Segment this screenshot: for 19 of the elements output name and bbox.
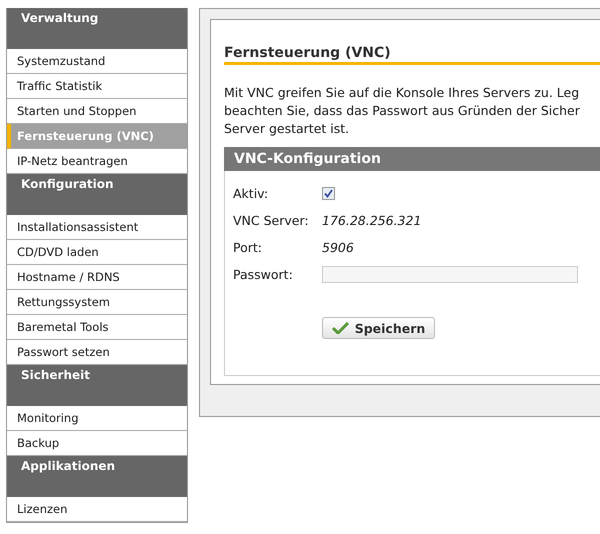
sidebar-group-header: Sicherheit [7,365,187,406]
intro-text: Server gestartet ist. [224,120,350,138]
field-label: Passwort: [233,267,294,282]
config-panel-header: VNC-Konfiguration [224,147,600,171]
intro-text: Mit VNC greifen Sie auf die Konsole Ihres Servers zu. Leg [224,84,580,102]
field-value: 176.28.256.321 [322,213,422,228]
page-title: Fernsteuerung (VNC) [224,45,600,65]
checkmark-icon [332,322,349,334]
field-label: Port: [233,240,263,255]
field-label: VNC Server: [233,213,310,228]
field-label: Aktiv: [233,186,270,201]
password-field[interactable] [322,266,578,283]
intro-text: beachten Sie, dass das Passwort aus Gründen der Sicher [224,102,581,120]
sidebar-group-header: Konfiguration [7,174,187,215]
checkbox[interactable] [322,187,335,200]
save-button[interactable]: Speichern [322,317,435,339]
sidebar-group-header: Applikationen [7,456,187,497]
field-value: 5906 [322,240,354,255]
sidebar-group-header: Verwaltung [7,8,187,49]
